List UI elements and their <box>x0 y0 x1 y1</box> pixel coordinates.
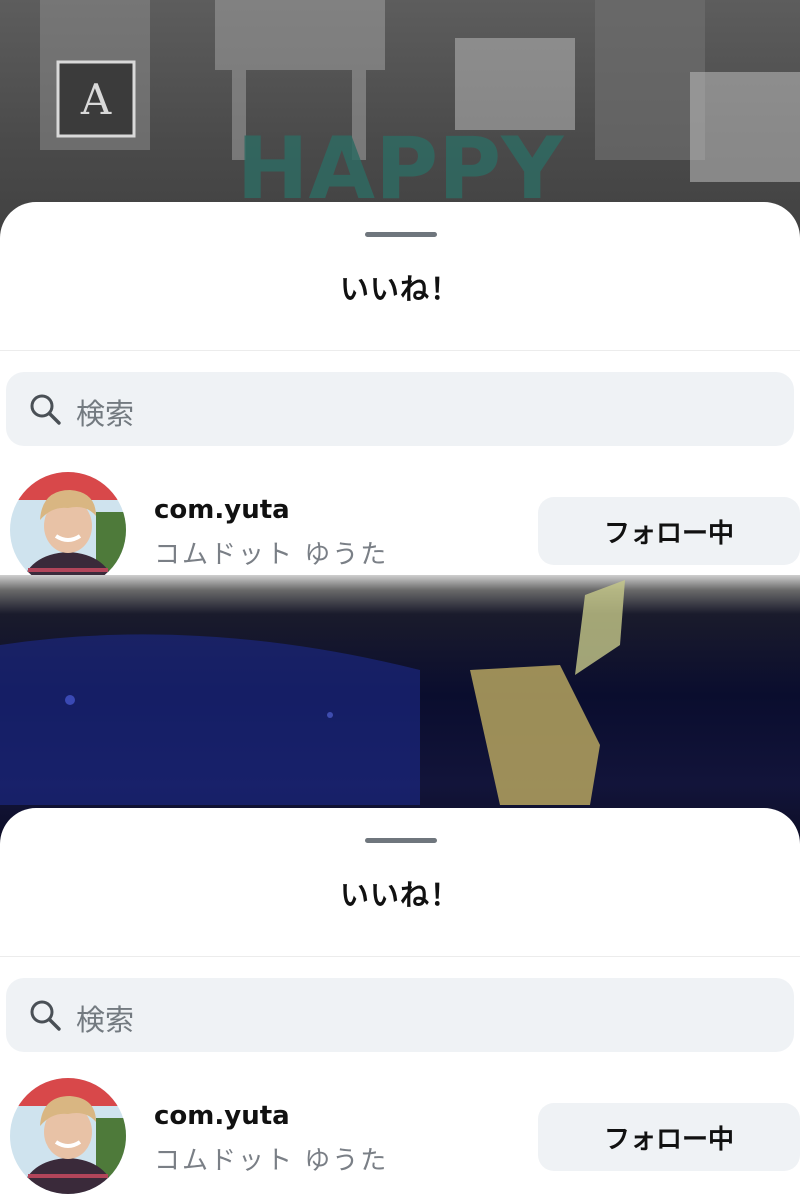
divider <box>0 350 800 351</box>
sheet-drag-handle[interactable] <box>365 838 437 843</box>
sheet-title: いいね！ <box>339 272 460 306</box>
username[interactable]: com.yuta <box>154 495 290 525</box>
search-icon <box>30 1000 61 1031</box>
avatar-photo <box>10 1078 126 1194</box>
sheet-title: いいね！ <box>339 878 460 912</box>
avatar-photo <box>10 472 126 588</box>
search-input[interactable]: 検索 <box>6 978 794 1052</box>
search-input[interactable]: 検索 <box>6 372 794 446</box>
search-placeholder: 検索 <box>76 397 135 431</box>
likes-sheet-2: いいね！ 検索 com.yuta コムドット ゆうた フォロー中 <box>0 808 800 1200</box>
search-placeholder: 検索 <box>76 1003 135 1037</box>
divider <box>0 956 800 957</box>
likes-sheet-1: いいね！ 検索 com.yuta コムドット ゆうた フォロー中 <box>0 202 800 588</box>
display-name: コムドット ゆうた <box>154 540 389 570</box>
avatar[interactable] <box>10 1078 126 1194</box>
balloon-letter-a: A <box>80 75 112 124</box>
following-button[interactable]: フォロー中 <box>538 497 800 565</box>
search-icon <box>30 394 61 425</box>
sheet-drag-handle[interactable] <box>365 232 437 237</box>
avatar[interactable] <box>10 472 126 588</box>
username[interactable]: com.yuta <box>154 1101 290 1131</box>
following-button[interactable]: フォロー中 <box>538 1103 800 1171</box>
display-name: コムドット ゆうた <box>154 1146 389 1176</box>
